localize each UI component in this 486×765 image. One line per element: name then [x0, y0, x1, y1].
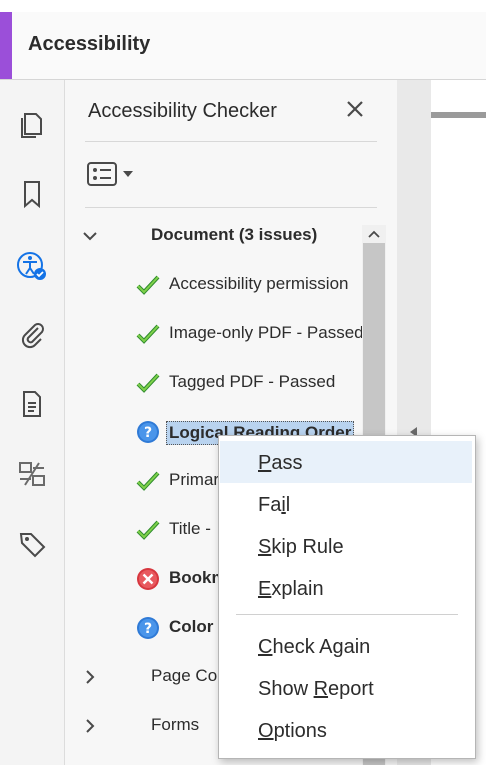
tree-document-label: Document (3 issues) [151, 225, 318, 244]
menu-item-label: Pass [258, 452, 303, 474]
menu-item-label: Explain [258, 578, 324, 600]
tool-title: Accessibility [28, 33, 151, 55]
tool-accent-bar [0, 12, 12, 79]
menu-item-label: Skip Rule [258, 536, 344, 558]
chevron-down-icon [123, 171, 133, 177]
check-passed-icon [136, 275, 160, 295]
tree-section-label: Forms [151, 715, 200, 734]
menu-separator [236, 614, 458, 615]
options-list-icon[interactable] [87, 158, 139, 190]
check-passed-icon [136, 520, 160, 540]
tree-item-label: Primar [169, 470, 220, 489]
question-icon: ? [137, 617, 159, 639]
tree-item-label: Title - [169, 519, 211, 538]
scroll-up-icon[interactable] [362, 223, 386, 245]
menu-item-label: Options [258, 720, 327, 742]
chevron-right-icon[interactable] [81, 717, 99, 735]
menu-item-explain[interactable]: Explain [220, 567, 472, 609]
panel-divider [85, 207, 377, 208]
tree-item[interactable]: Tagged PDF - Passed [65, 362, 365, 402]
failed-icon [137, 568, 159, 590]
check-passed-icon [136, 471, 160, 491]
panel-title: Accessibility Checker [88, 100, 277, 122]
menu-item-check-again[interactable]: Check Again [220, 625, 472, 667]
bookmark-icon[interactable] [14, 176, 50, 212]
compare-icon[interactable] [14, 456, 50, 492]
svg-text:?: ? [144, 621, 152, 637]
tree-item-label: Color [169, 617, 214, 636]
menu-item-label: Show Report [258, 678, 374, 700]
chevron-down-icon[interactable] [81, 227, 99, 245]
document-properties-icon[interactable] [14, 386, 50, 422]
close-icon[interactable] [340, 94, 370, 124]
chevron-right-icon[interactable] [81, 668, 99, 686]
left-navigation-rail [0, 80, 65, 765]
pages-icon[interactable] [14, 106, 50, 142]
panel-divider [85, 141, 377, 142]
attachment-icon[interactable] [14, 316, 50, 352]
menu-item-show-report[interactable]: Show Report [220, 667, 472, 709]
menu-item-fail[interactable]: Fail [220, 483, 472, 525]
tool-header: Accessibility [0, 12, 486, 80]
check-passed-icon [136, 373, 160, 393]
accessibility-icon[interactable] [14, 248, 50, 284]
menu-item-label: Fail [258, 494, 291, 516]
menu-item-label: Check Again [258, 636, 371, 658]
menu-item-pass[interactable]: Pass [220, 441, 472, 483]
question-icon: ? [137, 421, 159, 443]
context-menu: Pass Fail Skip Rule Explain Check Again … [218, 435, 476, 759]
document-page-edge [431, 112, 486, 118]
menu-item-skip-rule[interactable]: Skip Rule [220, 525, 472, 567]
tree-item[interactable]: Image-only PDF - Passed [65, 313, 365, 353]
tree-item-label: Image-only PDF - Passed [169, 323, 364, 342]
tree-row-document[interactable]: Document (3 issues) [65, 215, 365, 255]
tree-item-label: Tagged PDF - Passed [169, 372, 336, 391]
tags-icon[interactable] [14, 526, 50, 562]
tree-item-label: Accessibility permission [169, 274, 349, 293]
check-passed-icon [136, 324, 160, 344]
tree-section-label: Page Co [151, 666, 218, 685]
menu-item-options[interactable]: Options [220, 709, 472, 751]
svg-text:?: ? [144, 425, 152, 441]
tree-item[interactable]: Accessibility permission [65, 264, 365, 304]
